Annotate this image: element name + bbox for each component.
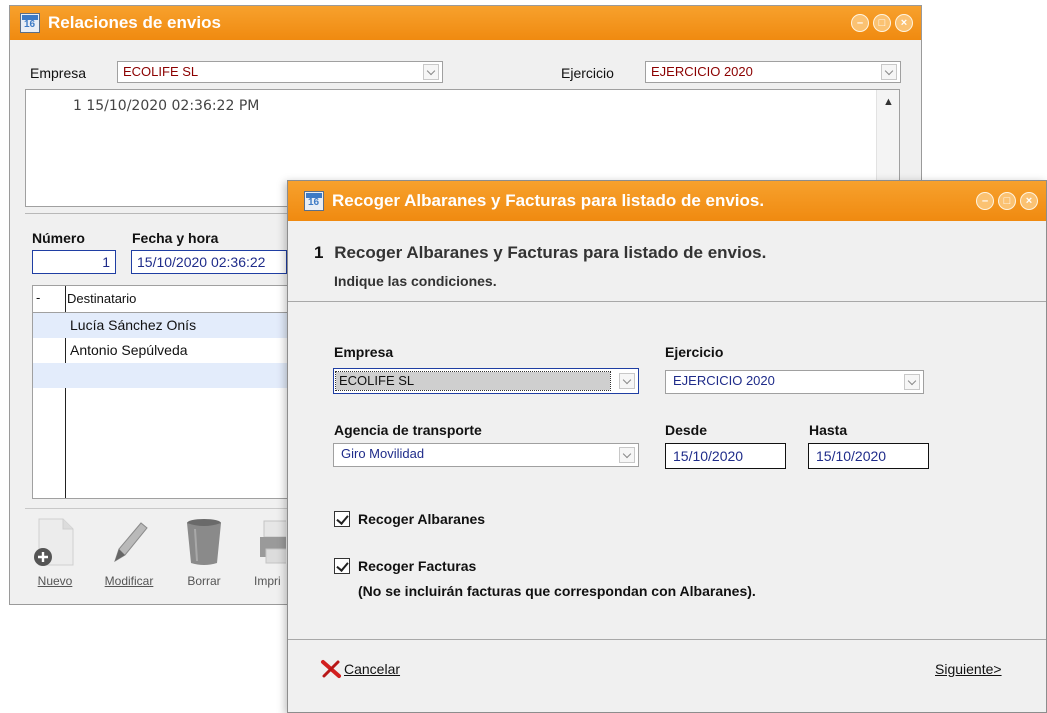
table-row[interactable]: Lucía Sánchez Onís — [33, 313, 287, 338]
desde-value: 15/10/2020 — [673, 448, 744, 464]
modificar-label: Modificar — [104, 574, 154, 588]
dialog-empresa-label: Empresa — [334, 344, 394, 360]
minimize-icon[interactable]: – — [976, 192, 994, 210]
dialog-title: Recoger Albaranes y Facturas para listad… — [332, 191, 765, 210]
main-window-title: Relaciones de envios — [48, 13, 221, 32]
minimize-icon[interactable]: – — [851, 14, 869, 32]
dialog-titlebar[interactable]: 16 Recoger Albaranes y Facturas para lis… — [288, 181, 1046, 221]
chevron-down-icon[interactable] — [423, 64, 439, 80]
empresa-label: Empresa — [30, 65, 87, 81]
cancelar-label: Cancelar — [344, 661, 401, 677]
nuevo-label: Nuevo — [37, 574, 73, 588]
agencia-value: Giro Movilidad — [341, 446, 425, 461]
numero-label: Número — [32, 230, 85, 246]
scroll-up-icon[interactable]: ▲ — [883, 96, 894, 108]
dialog-empresa-value: ECOLIFE SL — [335, 371, 611, 391]
fecha-value: 15/10/2020 02:36:22 — [137, 254, 266, 270]
destinatarios-grid[interactable]: - Destinatario Lucía Sánchez Onís Antoni… — [32, 285, 288, 499]
dialog-ejercicio-label: Ejercicio — [665, 344, 724, 360]
dialog-app-icon: 16 — [304, 191, 324, 211]
maximize-icon[interactable]: □ — [873, 14, 891, 32]
grid-header-marker: - — [36, 290, 41, 305]
empresa-select-value: ECOLIFE SL — [123, 64, 199, 79]
heading-divider — [288, 301, 1046, 302]
borrar-button[interactable]: Borrar — [178, 515, 230, 588]
siguiente-label: Siguiente> — [935, 661, 1002, 677]
hasta-label: Hasta — [809, 422, 848, 438]
fecha-label: Fecha y hora — [132, 230, 219, 246]
dialog-subheading: Indique las condiciones. — [334, 273, 497, 289]
app-icon: 16 — [20, 13, 40, 33]
empresa-select[interactable]: ECOLIFE SL — [117, 61, 443, 83]
main-titlebar[interactable]: 16 Relaciones de envios – □ × — [10, 6, 921, 40]
hasta-field[interactable]: 15/10/2020 — [808, 443, 929, 469]
trash-icon — [187, 519, 221, 565]
recoger-facturas-label[interactable]: Recoger Facturas — [358, 558, 476, 574]
memo-text: 1 15/10/2020 02:36:22 PM — [73, 98, 260, 114]
hasta-value: 15/10/2020 — [816, 448, 887, 464]
close-icon[interactable]: × — [895, 14, 913, 32]
cancel-x-icon — [321, 660, 341, 678]
numero-field[interactable]: 1 — [32, 250, 116, 274]
chevron-down-icon[interactable] — [619, 447, 635, 463]
printer-icon — [260, 520, 286, 564]
grid-header: - Destinatario — [33, 286, 287, 313]
column-destinatario[interactable]: Destinatario — [67, 291, 136, 306]
heading-text: Recoger Albaranes y Facturas para listad… — [334, 243, 767, 262]
recoger-facturas-checkbox[interactable] — [334, 558, 350, 574]
destinatario-cell: Antonio Sepúlveda — [70, 342, 188, 358]
destinatario-cell: Lucía Sánchez Onís — [70, 317, 197, 333]
close-icon[interactable]: × — [1020, 192, 1038, 210]
ejercicio-select[interactable]: EJERCICIO 2020 — [645, 61, 901, 83]
recoger-dialog: 16 Recoger Albaranes y Facturas para lis… — [287, 180, 1047, 713]
dialog-ejercicio-value: EJERCICIO 2020 — [673, 373, 775, 388]
chevron-down-icon[interactable] — [881, 64, 897, 80]
cancelar-button[interactable]: Cancelar — [320, 659, 400, 679]
dialog-ejercicio-select[interactable]: EJERCICIO 2020 — [665, 370, 924, 394]
recoger-albaranes-label[interactable]: Recoger Albaranes — [358, 511, 485, 527]
imprimir-label: Impri — [254, 574, 281, 588]
borrar-label: Borrar — [187, 574, 221, 588]
agencia-select[interactable]: Giro Movilidad — [333, 443, 639, 467]
recoger-albaranes-checkbox[interactable] — [334, 511, 350, 527]
modificar-button[interactable]: Modificar — [98, 515, 160, 588]
ejercicio-label: Ejercicio — [561, 65, 614, 81]
new-document-icon — [34, 518, 74, 566]
dialog-heading: 1 Recoger Albaranes y Facturas para list… — [314, 243, 766, 263]
pen-icon — [114, 522, 148, 563]
footer-divider — [288, 639, 1046, 640]
desde-field[interactable]: 15/10/2020 — [665, 443, 786, 469]
chevron-down-icon[interactable] — [619, 373, 635, 389]
maximize-icon[interactable]: □ — [998, 192, 1016, 210]
agencia-label: Agencia de transporte — [334, 422, 482, 438]
dialog-empresa-select[interactable]: ECOLIFE SL — [333, 368, 639, 394]
ejercicio-select-value: EJERCICIO 2020 — [651, 64, 753, 79]
step-number: 1 — [314, 243, 324, 262]
chevron-down-icon[interactable] — [904, 374, 920, 390]
table-row[interactable] — [33, 363, 287, 388]
imprimir-button[interactable]: Impri — [250, 515, 286, 588]
facturas-note: (No se incluirán facturas que correspond… — [358, 583, 756, 599]
numero-value: 1 — [102, 254, 110, 270]
desde-label: Desde — [665, 422, 708, 438]
nuevo-button[interactable]: Nuevo — [30, 515, 80, 588]
siguiente-button[interactable]: Siguiente> — [935, 661, 1002, 677]
table-row[interactable]: Antonio Sepúlveda — [33, 338, 287, 363]
fecha-field[interactable]: 15/10/2020 02:36:22 — [131, 250, 287, 274]
